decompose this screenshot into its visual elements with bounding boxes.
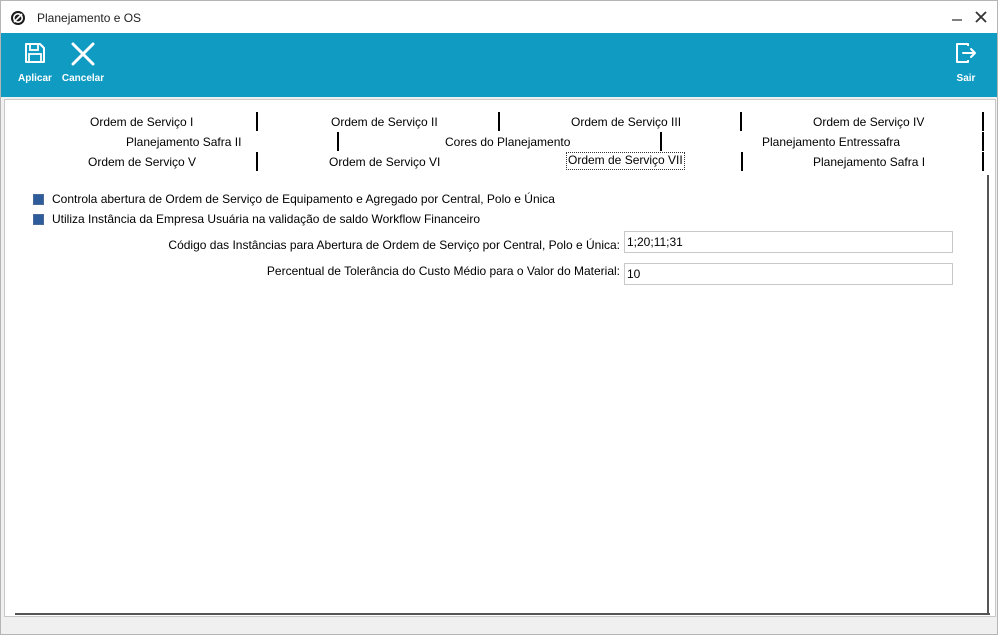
codigo-instancias-label: Código das Instâncias para Abertura de O…	[168, 238, 620, 252]
exit-button[interactable]: Sair	[951, 33, 981, 97]
tab-divider	[982, 112, 984, 131]
checkbox-box[interactable]	[33, 194, 44, 205]
app-logo-icon	[11, 11, 25, 25]
tab-divider	[660, 132, 662, 151]
checkbox-label: Utiliza Instância da Empresa Usuária na …	[52, 212, 480, 226]
tab-ordem-servico-ii[interactable]: Ordem de Serviço II	[331, 114, 438, 130]
tab-divider	[982, 152, 984, 171]
tab-ordem-servico-vii[interactable]: Ordem de Serviço VII	[566, 152, 685, 170]
close-window-button[interactable]	[970, 7, 992, 27]
minimize-icon	[952, 19, 962, 21]
tab-planejamento-entressafra[interactable]: Planejamento Entressafra	[762, 134, 900, 150]
content-panel: Ordem de Serviço I Ordem de Serviço II O…	[4, 99, 996, 617]
tab-planejamento-safra-ii[interactable]: Planejamento Safra II	[126, 134, 241, 150]
tab-ordem-servico-i[interactable]: Ordem de Serviço I	[90, 114, 193, 130]
tab-cores-planejamento[interactable]: Cores do Planejamento	[445, 134, 570, 150]
cancel-label: Cancelar	[61, 73, 105, 84]
window-title: Planejamento e OS	[37, 11, 142, 25]
panel-border-bottom	[15, 613, 990, 615]
title-bar: Planejamento e OS	[1, 1, 997, 33]
tab-ordem-servico-iii[interactable]: Ordem de Serviço III	[571, 114, 681, 130]
exit-icon	[956, 43, 976, 63]
tab-divider	[982, 132, 984, 151]
percentual-tolerancia-label: Percentual de Tolerância do Custo Médio …	[266, 264, 620, 278]
cancel-button[interactable]: Cancelar	[59, 33, 107, 97]
tab-planejamento-safra-i[interactable]: Planejamento Safra I	[813, 154, 925, 170]
exit-label: Sair	[956, 73, 976, 84]
checkbox-label: Controla abertura de Ordem de Serviço de…	[52, 192, 555, 206]
tab-ordem-servico-iv[interactable]: Ordem de Serviço IV	[813, 114, 924, 130]
tab-divider	[256, 112, 258, 131]
close-icon	[975, 11, 987, 23]
tab-divider	[498, 112, 500, 131]
tab-divider	[337, 132, 339, 151]
tab-divider	[741, 152, 743, 171]
percentual-tolerancia-input[interactable]	[624, 263, 953, 285]
tab-ordem-servico-v[interactable]: Ordem de Serviço V	[88, 154, 196, 170]
tab-ordem-servico-vi[interactable]: Ordem de Serviço VI	[329, 154, 440, 170]
tab-divider	[740, 112, 742, 131]
save-icon	[25, 43, 45, 63]
minimize-button[interactable]	[946, 7, 968, 27]
apply-label: Aplicar	[18, 73, 52, 84]
codigo-instancias-input[interactable]	[624, 231, 953, 253]
toolbar: Aplicar Cancelar Sair	[1, 33, 997, 97]
main-window: Planejamento e OS Aplicar Cancelar Sair …	[0, 0, 998, 635]
panel-border-right	[987, 175, 989, 615]
tab-divider	[256, 152, 258, 171]
checkbox-box[interactable]	[33, 214, 44, 225]
apply-button[interactable]: Aplicar	[15, 33, 55, 97]
cancel-x-icon	[71, 42, 95, 66]
